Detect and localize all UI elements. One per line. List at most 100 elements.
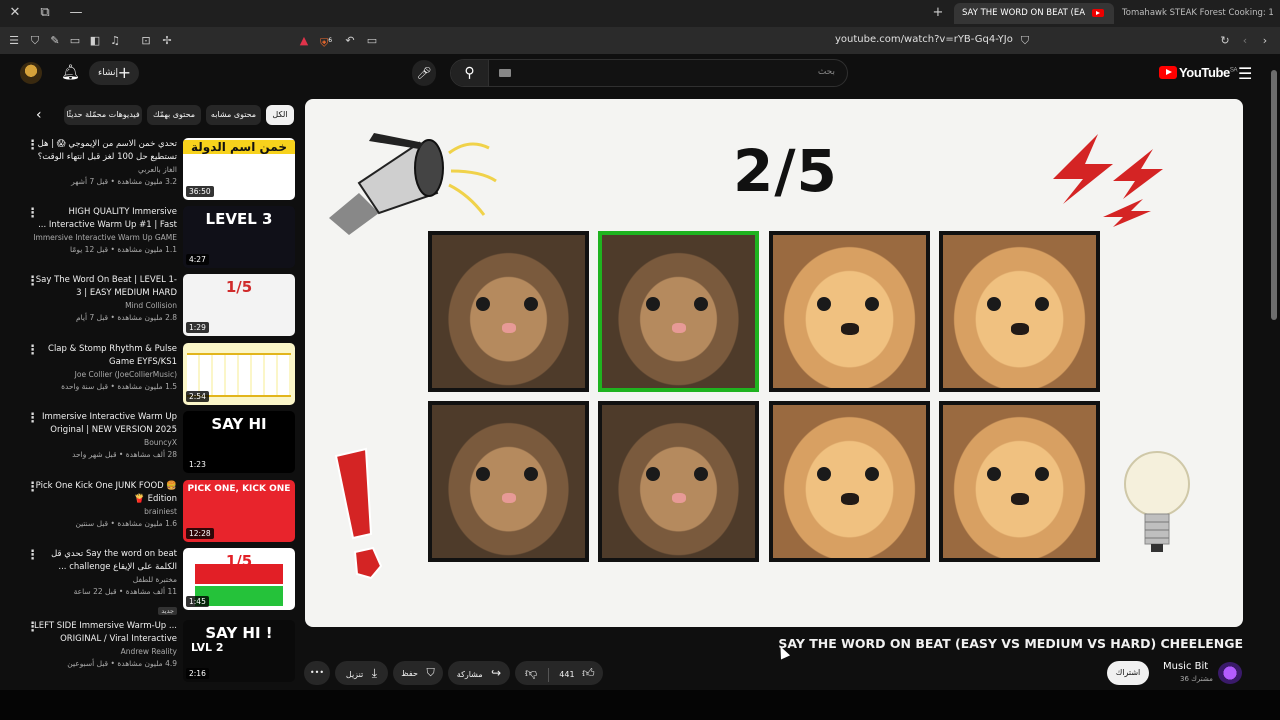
chip-for-you[interactable]: محتوى بهمّك (147, 105, 201, 125)
list-item[interactable]: ⋮ Say the word on beat تحدي قل الكلمة على… (0, 548, 300, 615)
tabs-icon[interactable]: ▭ (67, 33, 83, 48)
video-thumbnail[interactable]: 1/5 1:45 (183, 548, 295, 610)
download-button[interactable]: تنزيل ⤓ (335, 661, 388, 685)
lightbulb-illustration (1124, 451, 1190, 552)
video-title[interactable]: Immersive Interactive Warm Up Original |… (34, 411, 177, 437)
list-item[interactable]: ⋮ Immersive Interactive Warm Up Original … (0, 411, 300, 475)
video-duration: 1:23 (186, 459, 209, 470)
video-thumbnail[interactable]: PICK ONE, KICK ONE 12:28 (183, 480, 295, 542)
video-meta: تحدي خمن الاسم من الإيموجي 😱 | هل تستطيع… (34, 138, 177, 188)
subscribe-button[interactable]: اشتراك (1107, 661, 1149, 685)
thumbnail-text: خمن اسم الدولة (183, 140, 295, 154)
list-item[interactable]: ⋮ Clap & Stomp Rhythm & Pulse Game EYFS/K… (0, 343, 300, 407)
create-button[interactable]: إنشاء + (89, 61, 139, 85)
like-icon[interactable]: 👍︎ (582, 666, 595, 680)
thumbnail-text: LEVEL 3 (205, 210, 273, 228)
video-thumbnail[interactable]: LEVEL 3 4:27 (183, 206, 295, 268)
cat-picture (602, 405, 755, 558)
download-icon: ⤓ (371, 666, 378, 680)
close-window-icon[interactable]: ✕ (5, 4, 25, 22)
channel-name[interactable]: Music Bit (1163, 661, 1208, 672)
extensions-icon[interactable]: ✎ (47, 33, 63, 48)
megaphone-illustration (329, 133, 497, 235)
video-title: SAY THE WORD ON BEAT (EASY VS MEDIUM VS … (778, 636, 1243, 651)
list-item[interactable]: ⋮ LEFT SIDE Immersive Warm-Up ... ORIGINA… (0, 620, 300, 684)
sidebar-menu-icon[interactable]: ☰ (6, 33, 22, 48)
dislike-icon[interactable]: 👎︎ (525, 666, 537, 680)
tab-active[interactable]: SAY THE WORD ON BEAT (EA (954, 3, 1114, 24)
list-item[interactable]: ⋮ HIGH QUALITY Immersive Interactive Warm… (0, 206, 300, 270)
shield-icon[interactable]: ⛉ (27, 33, 43, 48)
forward-icon[interactable]: › (1257, 33, 1273, 48)
list-item[interactable]: ⋮ Say The Word On Beat | LEVEL 1-3 | EASY… (0, 274, 300, 338)
reload-icon[interactable]: ↻ (1217, 33, 1233, 48)
hamburger-menu-icon[interactable]: ☰ (1238, 64, 1252, 83)
video-channel: الغاز بالعربي (137, 165, 177, 174)
channel-avatar[interactable] (1218, 662, 1242, 684)
address-bar[interactable]: youtube.com/watch?v=rYB-Gq4-YJo (835, 34, 1013, 45)
youtube-logo[interactable]: YouTubeSA (1159, 65, 1238, 80)
video-meta: LEFT SIDE Immersive Warm-Up ... ORIGINAL… (34, 620, 177, 670)
chevron-left-icon[interactable]: ‹ (36, 107, 42, 123)
video-views: 2.8 مليون مشاهدة • قبل 7 أيام (75, 313, 177, 322)
video-channel: Andrew Reality (120, 647, 177, 656)
shield-badge: 6 (328, 37, 333, 44)
save-button[interactable]: حفظ ⛉ (393, 661, 443, 685)
bookmark-icon[interactable]: ⛉ (1017, 33, 1033, 48)
video-title[interactable]: Say the word on beat تحدي قل الكلمة على … (34, 548, 177, 574)
video-thumbnail[interactable]: خمن اسم الدولة 36:50 (183, 138, 295, 200)
video-thumbnail[interactable]: 2:54 (183, 343, 295, 405)
search-box[interactable]: ⚲ بحث (450, 59, 848, 87)
video-title[interactable]: 🍔 Pick One Kick One JUNK FOOD Edition 🍟 (34, 480, 177, 506)
cast-icon[interactable]: ▭ (364, 33, 380, 48)
list-item[interactable]: ⋮ 🍔 Pick One Kick One JUNK FOOD Edition 🍟… (0, 480, 300, 544)
video-views: 1.6 مليون مشاهدة • قبل سنتين (75, 519, 177, 528)
create-label: إنشاء (98, 68, 119, 78)
chip-all[interactable]: الكل (266, 105, 294, 125)
video-title[interactable]: Clap & Stomp Rhythm & Pulse Game EYFS/KS… (34, 343, 177, 369)
video-channel: Immersive Interactive Warm Up GAME (34, 233, 177, 242)
video-thumbnail[interactable]: SAY HI ! LVL 2 2:16 (183, 620, 295, 682)
chip-related[interactable]: محتوى مشابه (206, 105, 261, 125)
video-thumbnail[interactable]: 1/5 1:29 (183, 274, 295, 336)
youtube-play-icon (1159, 66, 1177, 79)
screenshot-icon[interactable]: ⊡ (138, 33, 154, 48)
music-icon[interactable]: ♫ (107, 33, 123, 48)
voice-search-mic-icon[interactable]: 🎤︎ (412, 60, 436, 86)
minimize-window-icon[interactable]: — (66, 4, 86, 22)
list-item[interactable]: ⋮ تحدي خمن الاسم من الإيموجي 😱 | هل تستطي… (0, 138, 300, 202)
video-duration: 1:29 (186, 322, 209, 333)
subscriber-count: 36 مشترك (1180, 675, 1213, 683)
video-meta: HIGH QUALITY Immersive Interactive Warm … (34, 206, 177, 256)
brave-shield-icon[interactable]: ⛨6 (318, 33, 334, 50)
more-actions-button[interactable]: ••• (304, 661, 330, 685)
keyboard-icon[interactable] (499, 69, 511, 77)
search-button[interactable]: ⚲ (451, 60, 489, 86)
notifications-bell-icon[interactable]: 🔔︎ (61, 63, 80, 81)
video-title[interactable]: تحدي خمن الاسم من الإيموجي 😱 | هل تستطيع… (34, 138, 177, 164)
browser-toolbar: ☰ ⛉ ✎ ▭ ◧ ♫ ⊡ ✢ ▲ ⛨6 ↶ ▭ youtube.com/wat… (0, 27, 1280, 54)
tab-inactive-label: Tomahawk STEAK Forest Cooking: 1 (1122, 8, 1274, 18)
undo-icon[interactable]: ↶ (342, 33, 358, 48)
dog-picture (943, 405, 1096, 558)
account-avatar[interactable] (20, 62, 42, 84)
video-channel: Mind Collision (125, 301, 177, 310)
restore-window-icon[interactable]: ⧉ (35, 4, 55, 22)
tab-inactive[interactable]: Tomahawk STEAK Forest Cooking: 1 (1114, 3, 1280, 24)
video-title[interactable]: Say The Word On Beat | LEVEL 1-3 | EASY … (34, 274, 177, 300)
puzzle-icon[interactable]: ✢ (159, 33, 175, 48)
chip-recent[interactable]: فيديوهات محمّلة حديثًا (64, 105, 142, 125)
split-view-icon[interactable]: ◧ (87, 33, 103, 48)
back-icon[interactable]: ‹ (1237, 33, 1253, 48)
cat-tile (428, 231, 589, 392)
save-label: حفظ (401, 669, 418, 678)
video-player[interactable]: 2/5 (305, 99, 1243, 627)
new-tab-icon[interactable]: + (928, 4, 948, 22)
page-scrollbar[interactable] (1271, 70, 1277, 320)
share-button[interactable]: مشاركة ↪ (448, 661, 510, 685)
video-title[interactable]: LEFT SIDE Immersive Warm-Up ... ORIGINAL… (34, 620, 177, 646)
video-title[interactable]: HIGH QUALITY Immersive Interactive Warm … (34, 206, 177, 232)
download-label: تنزيل (345, 670, 364, 679)
rewards-icon[interactable]: ▲ (296, 33, 312, 48)
video-thumbnail[interactable]: SAY HI 1:23 (183, 411, 295, 473)
